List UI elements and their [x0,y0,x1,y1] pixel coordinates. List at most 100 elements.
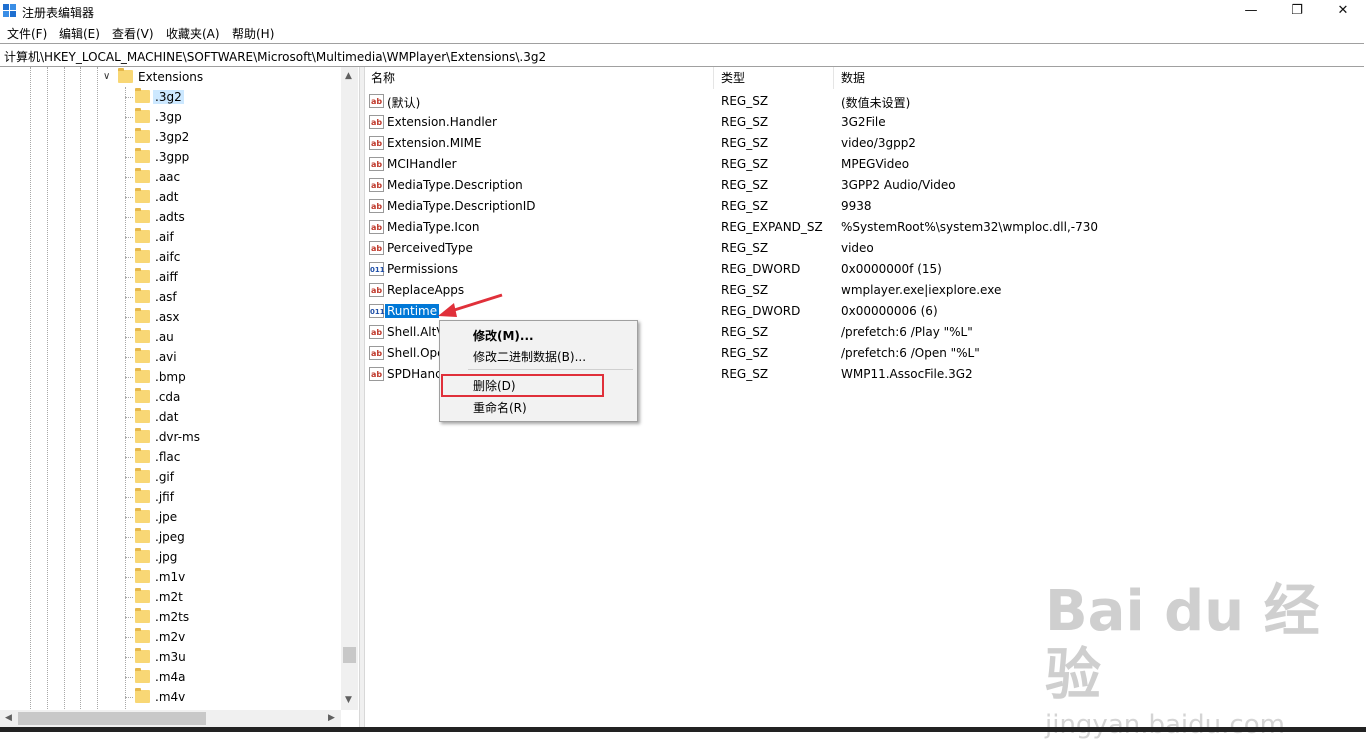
menu-bar: 文件(F) 编辑(E) 查看(V) 收藏夹(A) 帮助(H) [0,23,1366,42]
tree-item-label: .m2v [155,630,186,644]
value-row[interactable]: 011 Runtime REG_DWORD 0x00000006 (6) [365,301,1366,322]
address-bar[interactable]: 计算机\HKEY_LOCAL_MACHINE\SOFTWARE\Microsof… [0,43,1364,67]
folder-icon [118,68,133,83]
menu-view[interactable]: 查看(V) [112,25,154,42]
tree-item-label: .flac [155,450,181,464]
value-type: REG_SZ [721,157,769,171]
scroll-right-icon[interactable]: ▶ [328,713,335,723]
tree-item-label: .jpg [155,550,178,564]
value-type: REG_SZ [721,94,769,108]
string-value-icon: ab [369,136,384,150]
folder-icon [135,168,150,183]
value-type: REG_SZ [721,346,769,360]
value-name: PerceivedType [387,241,473,255]
folder-icon [135,348,150,363]
folder-icon [135,148,150,163]
value-row[interactable]: ab ReplaceApps REG_SZ wmplayer.exe|iexplore… [365,280,1366,301]
value-type: REG_EXPAND_SZ [721,220,823,234]
tree-item-label: .adt [155,190,179,204]
watermark-url: jingyan.baidu.com [1045,710,1285,740]
scroll-up-icon[interactable]: ▲ [345,71,352,81]
window-title: 注册表编辑器 [22,6,95,20]
value-row[interactable]: 011 Permissions REG_DWORD 0x0000000f (15) [365,259,1366,280]
value-row[interactable]: ab Extension.Handler REG_SZ 3G2File [365,112,1366,133]
value-type: REG_SZ [721,241,769,255]
value-type: REG_SZ [721,136,769,150]
folder-icon [135,408,150,423]
tree-item-label: .asx [155,310,180,324]
value-row[interactable]: ab MediaType.Icon REG_EXPAND_SZ %SystemRoot… [365,217,1366,238]
collapse-chevron-icon[interactable]: ∨ [103,71,110,82]
column-header-name[interactable]: 名称 [371,67,395,89]
folder-icon [135,308,150,323]
value-data: 0x00000006 (6) [841,304,938,318]
scroll-left-icon[interactable]: ◀ [5,713,12,723]
value-name: MediaType.DescriptionID [387,199,536,213]
menu-separator [468,369,633,370]
menu-edit[interactable]: 编辑(E) [59,25,100,42]
value-name: (默认) [387,96,421,110]
folder-icon [135,368,150,383]
tree-item-label: .jpeg [155,530,185,544]
tree-item-label: .asf [155,290,177,304]
tree-item-label: .avi [155,350,177,364]
folder-icon [135,468,150,483]
folder-icon [135,568,150,583]
scroll-thumb[interactable] [18,712,206,725]
tree-item-label: .m2t [155,590,183,604]
menu-favorites[interactable]: 收藏夹(A) [166,25,220,42]
menu-file[interactable]: 文件(F) [7,25,47,42]
value-data: /prefetch:6 /Play "%L" [841,325,973,339]
value-data: video/3gpp2 [841,136,916,150]
value-data: 3GPP2 Audio/Video [841,178,956,192]
value-row[interactable]: ab MediaType.DescriptionID REG_SZ 9938 [365,196,1366,217]
folder-icon [135,688,150,703]
menu-item-rename[interactable]: 重命名(R) [473,399,527,416]
close-button[interactable]: ✕ [1320,0,1366,22]
folder-icon [135,588,150,603]
value-name: MediaType.Description [387,178,523,192]
tree-item-label: .au [155,330,174,344]
value-row[interactable]: ab MediaType.Description REG_SZ 3GPP2 Audio… [365,175,1366,196]
status-bar [0,727,1366,732]
value-row[interactable]: ab Extension.MIME REG_SZ video/3gpp2 [365,133,1366,154]
value-type: REG_DWORD [721,262,801,276]
folder-icon [135,108,150,123]
folder-icon [135,208,150,223]
value-type: REG_SZ [721,178,769,192]
column-header-type[interactable]: 类型 [721,67,745,89]
value-type: REG_SZ [721,283,769,297]
value-type: REG_DWORD [721,304,801,318]
value-name: Extension.MIME [387,136,482,150]
tree-item-label: .3gpp [155,150,190,164]
dword-value-icon: 011 [369,262,385,276]
value-row[interactable]: ab MCIHandler REG_SZ MPEGVideo [365,154,1366,175]
tree-vertical-scrollbar[interactable]: ▲ ▼ [341,67,358,710]
tree-item-label: .jpe [155,510,178,524]
folder-icon [135,248,150,263]
maximize-button[interactable]: ❐ [1274,0,1320,22]
folder-icon [135,128,150,143]
value-data: WMP11.AssocFile.3G2 [841,367,973,381]
folder-icon [135,448,150,463]
tree-item-label: Extensions [138,70,204,84]
value-name: Shell.AltV [387,325,445,339]
folder-icon [135,548,150,563]
value-data: video [841,241,874,255]
scroll-down-icon[interactable]: ▼ [345,695,352,705]
menu-item-modify-binary[interactable]: 修改二进制数据(B)... [473,348,586,365]
context-menu: 修改(M)... 修改二进制数据(B)... 删除(D) 重命名(R) [439,320,638,422]
value-row[interactable]: ab PerceivedType REG_SZ video [365,238,1366,259]
value-type: REG_SZ [721,199,769,213]
tree-item-label: .m4v [155,690,186,704]
minimize-button[interactable]: — [1228,0,1274,22]
value-data: (数值未设置) [841,96,911,110]
scroll-thumb[interactable] [343,647,356,663]
value-row[interactable]: ab (默认) REG_SZ (数值未设置) [365,91,1366,112]
menu-help[interactable]: 帮助(H) [232,25,274,42]
column-header-data[interactable]: 数据 [841,67,865,89]
value-data: %SystemRoot%\system32\wmploc.dll,-730 [841,220,1099,234]
menu-item-modify[interactable]: 修改(M)... [473,327,534,344]
tree-horizontal-scrollbar[interactable]: ◀ ▶ [0,710,341,727]
tree-item-label: .dat [155,410,179,424]
